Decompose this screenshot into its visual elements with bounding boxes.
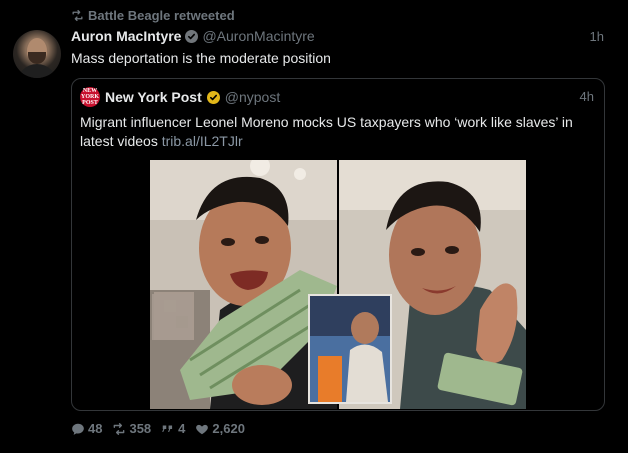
tweet-header: Auron MacIntyre @AuronMacintyre: [71, 28, 315, 44]
retweet-icon: [114, 422, 125, 435]
like-count: 2,620: [212, 421, 245, 436]
retweet-text: Battle Beagle retweeted: [88, 8, 235, 23]
quote-count: 4: [178, 421, 186, 436]
retweet-button[interactable]: 358: [112, 421, 151, 436]
tweet-text: Mass deportation is the moderate positio…: [71, 50, 331, 66]
quote-icon: [162, 425, 173, 432]
action-bar: 48 358 4 2,620: [71, 421, 245, 436]
avatar[interactable]: [13, 30, 61, 78]
quoted-author-handle[interactable]: @nypost: [225, 89, 280, 105]
quoted-tweet-time[interactable]: 4h: [580, 89, 594, 104]
quoted-tweet[interactable]: NEW YORK POST New York Post @nypost 4h Mig…: [71, 78, 605, 411]
quoted-avatar[interactable]: NEW YORK POST: [80, 87, 100, 107]
reply-icon: [72, 423, 84, 435]
quoted-tweet-text: Migrant influencer Leonel Moreno mocks U…: [80, 113, 595, 151]
author-name[interactable]: Auron MacIntyre: [71, 28, 181, 44]
heart-icon: [196, 424, 209, 434]
verified-icon: [185, 29, 199, 43]
reply-button[interactable]: 48: [71, 421, 102, 436]
quoted-tweet-link[interactable]: trib.al/IL2TJlr: [162, 133, 243, 149]
retweet-count: 358: [129, 421, 152, 436]
retweet-icon: [72, 9, 83, 22]
like-button[interactable]: 2,620: [195, 421, 245, 436]
quote-button[interactable]: 4: [161, 421, 185, 436]
reply-count: 48: [88, 421, 103, 436]
tweet-card[interactable]: Battle Beagle retweeted Auron MacIntyre …: [0, 0, 628, 453]
media-image[interactable]: [150, 160, 526, 409]
retweet-indicator[interactable]: Battle Beagle retweeted: [71, 8, 235, 23]
quoted-tweet-body: Migrant influencer Leonel Moreno mocks U…: [80, 114, 573, 149]
tweet-time[interactable]: 1h: [590, 29, 604, 44]
quoted-tweet-header: NEW YORK POST New York Post @nypost: [80, 87, 280, 107]
verified-icon: [206, 90, 220, 104]
quoted-author-name[interactable]: New York Post: [105, 89, 202, 105]
author-handle[interactable]: @AuronMacintyre: [202, 28, 314, 44]
